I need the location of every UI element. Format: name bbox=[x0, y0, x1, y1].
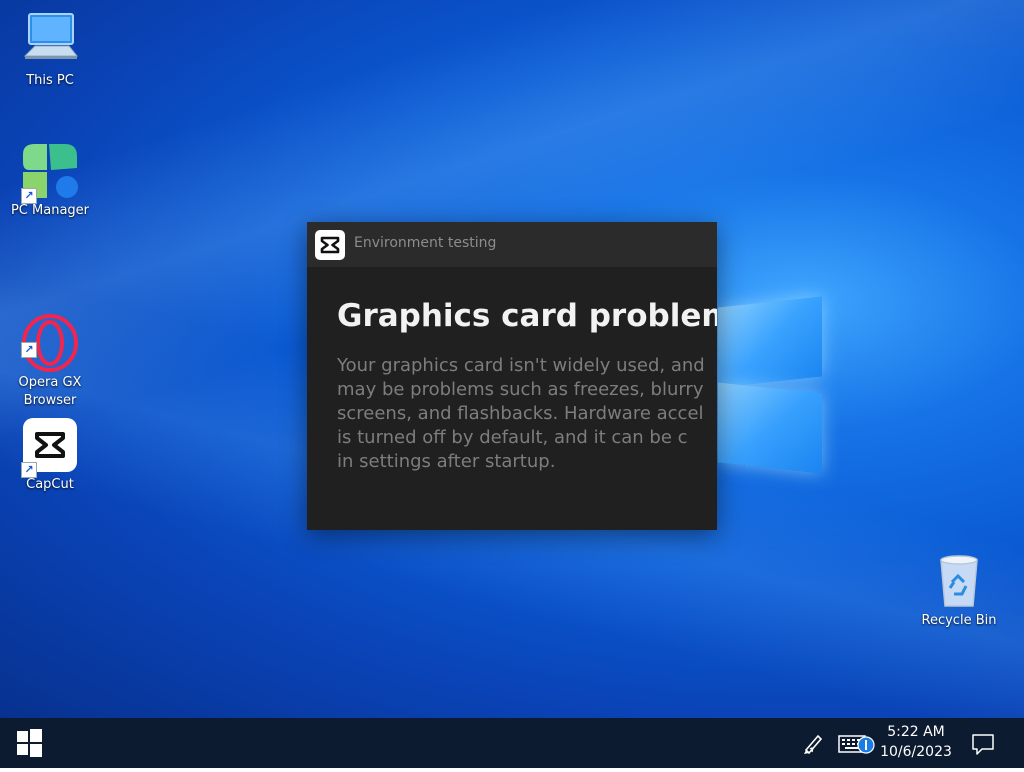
desktop-icon-label: This PC bbox=[26, 73, 74, 88]
dialog-message: Your graphics card isn't widely used, an… bbox=[337, 355, 705, 472]
computer-icon bbox=[21, 12, 79, 70]
pc-manager-icon: ↗ bbox=[21, 142, 79, 204]
desktop-icon-label: PC Manager bbox=[10, 203, 90, 218]
windows-logo-wallpaper bbox=[718, 290, 822, 478]
desktop-icon-label: CapCut bbox=[26, 477, 74, 492]
recycle-bin-icon bbox=[930, 552, 988, 610]
desktop-icon-label: Recycle Bin bbox=[921, 613, 997, 628]
dialog-title: Environment testing bbox=[354, 235, 497, 251]
desktop-icon-label: Opera GX Browser bbox=[18, 375, 82, 408]
capcut-icon: ↗ bbox=[21, 416, 79, 478]
desktop-icon-opera-gx[interactable]: ↗ Opera GX Browser bbox=[2, 278, 98, 428]
dialog-heading: Graphics card problem bbox=[337, 298, 717, 334]
dialog-titlebar[interactable]: Environment testing bbox=[307, 222, 717, 267]
shortcut-arrow-icon: ↗ bbox=[21, 462, 37, 478]
opera-gx-icon: ↗ bbox=[21, 296, 79, 372]
capcut-icon bbox=[315, 230, 345, 260]
desktop-icon-recycle-bin[interactable]: Recycle Bin bbox=[911, 552, 1007, 630]
start-button[interactable] bbox=[0, 718, 58, 768]
environment-testing-dialog: Environment testing Graphics card proble… bbox=[307, 222, 717, 530]
clock-time: 5:22 AM bbox=[887, 724, 945, 740]
desktop-icon-pc-manager[interactable]: ↗ PC Manager bbox=[2, 142, 98, 220]
notification-center-icon[interactable] bbox=[966, 730, 1000, 758]
desktop: This PC ↗ PC Manager ↗ Opera GX Browser bbox=[0, 0, 1024, 718]
desktop-icon-capcut[interactable]: ↗ CapCut bbox=[2, 416, 98, 494]
touch-keyboard-icon[interactable] bbox=[838, 732, 876, 756]
clock-date: 10/6/2023 bbox=[880, 744, 952, 760]
taskbar: 5:22 AM 10/6/2023 bbox=[0, 718, 1024, 768]
pen-icon[interactable] bbox=[800, 730, 826, 756]
desktop-icon-this-pc[interactable]: This PC bbox=[2, 12, 98, 90]
system-clock[interactable]: 5:22 AM 10/6/2023 bbox=[876, 722, 956, 762]
shortcut-arrow-icon: ↗ bbox=[21, 188, 37, 204]
windows-start-icon bbox=[17, 729, 42, 757]
shortcut-arrow-icon: ↗ bbox=[21, 342, 37, 358]
